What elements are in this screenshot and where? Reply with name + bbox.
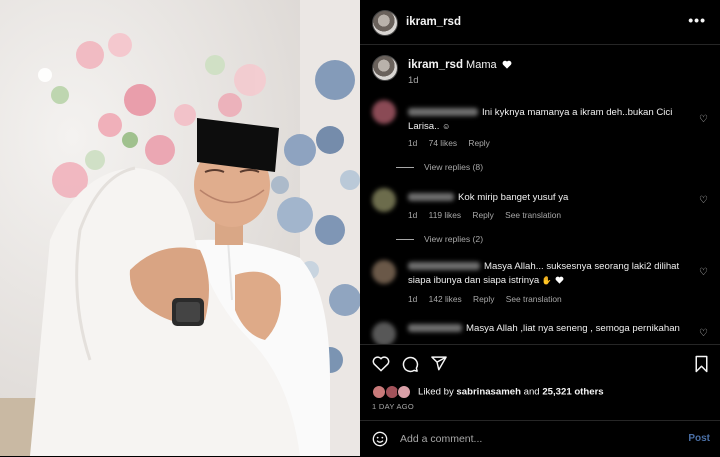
comment-time: 1d (408, 294, 418, 304)
post-header: ikram_rsd ••• (360, 0, 720, 45)
heart-icon[interactable] (372, 355, 390, 372)
username-link[interactable]: ikram_rsd (406, 16, 461, 28)
divider-line (396, 239, 414, 241)
blurred-username[interactable] (408, 108, 478, 117)
comment-likes[interactable]: 119 likes (429, 210, 461, 220)
comment-meta: 1d 74 likes Reply (408, 138, 499, 148)
heart-icon[interactable]: ♡ (699, 114, 708, 125)
emoji-icon[interactable] (372, 431, 388, 447)
avatar[interactable] (372, 260, 396, 284)
caption-text: Mama (466, 59, 497, 71)
liker-username[interactable]: sabrinasameh (456, 387, 521, 398)
emoji-icon: ☺ (442, 122, 451, 131)
comment-time: 1d (408, 210, 418, 220)
heart-icon[interactable]: ♡ (699, 195, 708, 206)
caption-username[interactable]: ikram_rsd (408, 59, 463, 71)
post-dialog: ikram_rsd ••• ikram_rsd Mama 1d Ini kykn… (0, 0, 720, 456)
comment-time: 1d (408, 138, 418, 148)
avatar[interactable] (372, 55, 398, 81)
add-comment-input[interactable] (400, 433, 660, 445)
comment-meta: 1d 119 likes Reply See translation (408, 210, 570, 220)
avatar[interactable] (372, 100, 396, 124)
comment-text: Kok mirip banget yusuf ya (458, 192, 569, 203)
comment-icon[interactable] (401, 355, 419, 373)
comment-meta: 1d 142 likes Reply See translation (408, 294, 571, 304)
blurred-username[interactable] (408, 193, 454, 202)
comments-list[interactable]: Ini kyknya mamanya a ikram deh..bukan Ci… (360, 92, 720, 344)
add-comment-bar: Post (360, 420, 720, 457)
heart-emoji-icon (555, 276, 563, 284)
liker-avatars (372, 385, 418, 399)
avatar[interactable] (372, 10, 398, 36)
post-actions-bar (360, 344, 720, 383)
avatar[interactable] (372, 322, 396, 344)
reply-button[interactable]: Reply (472, 210, 493, 220)
view-replies-button[interactable]: View replies (2) (396, 234, 483, 244)
avatar (372, 385, 386, 399)
post-side-panel: ikram_rsd ••• ikram_rsd Mama 1d Ini kykn… (360, 0, 720, 456)
more-options-icon[interactable]: ••• (688, 12, 706, 28)
avatar (397, 385, 412, 399)
bookmark-icon[interactable] (694, 355, 709, 373)
likes-count[interactable]: 25,321 others (542, 387, 603, 398)
reply-button[interactable]: Reply (473, 294, 494, 304)
comment-text: Masya Allah ,liat nya seneng , semoga pe… (466, 323, 680, 334)
share-icon[interactable] (430, 355, 448, 372)
post-button[interactable]: Post (688, 433, 710, 444)
likes-summary[interactable]: Liked by sabrinasameh and 25,321 others (372, 385, 604, 399)
comment-likes[interactable]: 74 likes (429, 138, 457, 148)
caption-time: 1d (408, 75, 419, 86)
divider-line (396, 167, 414, 169)
post-timestamp: 1 DAY AGO (372, 402, 415, 411)
clap-emoji-icon: ✋ (541, 276, 552, 285)
see-translation-button[interactable]: See translation (506, 294, 562, 304)
blurred-username[interactable] (408, 324, 462, 333)
reply-button[interactable]: Reply (468, 138, 489, 148)
view-replies-button[interactable]: View replies (8) (396, 162, 483, 172)
see-translation-button[interactable]: See translation (505, 210, 561, 220)
heart-icon[interactable]: ♡ (699, 267, 708, 278)
blurred-username[interactable] (408, 262, 480, 271)
heart-icon[interactable]: ♡ (699, 328, 708, 339)
avatar[interactable] (372, 188, 396, 212)
comment-likes[interactable]: 142 likes (429, 294, 462, 304)
post-photo[interactable] (0, 0, 360, 456)
heart-emoji-icon (502, 60, 512, 69)
